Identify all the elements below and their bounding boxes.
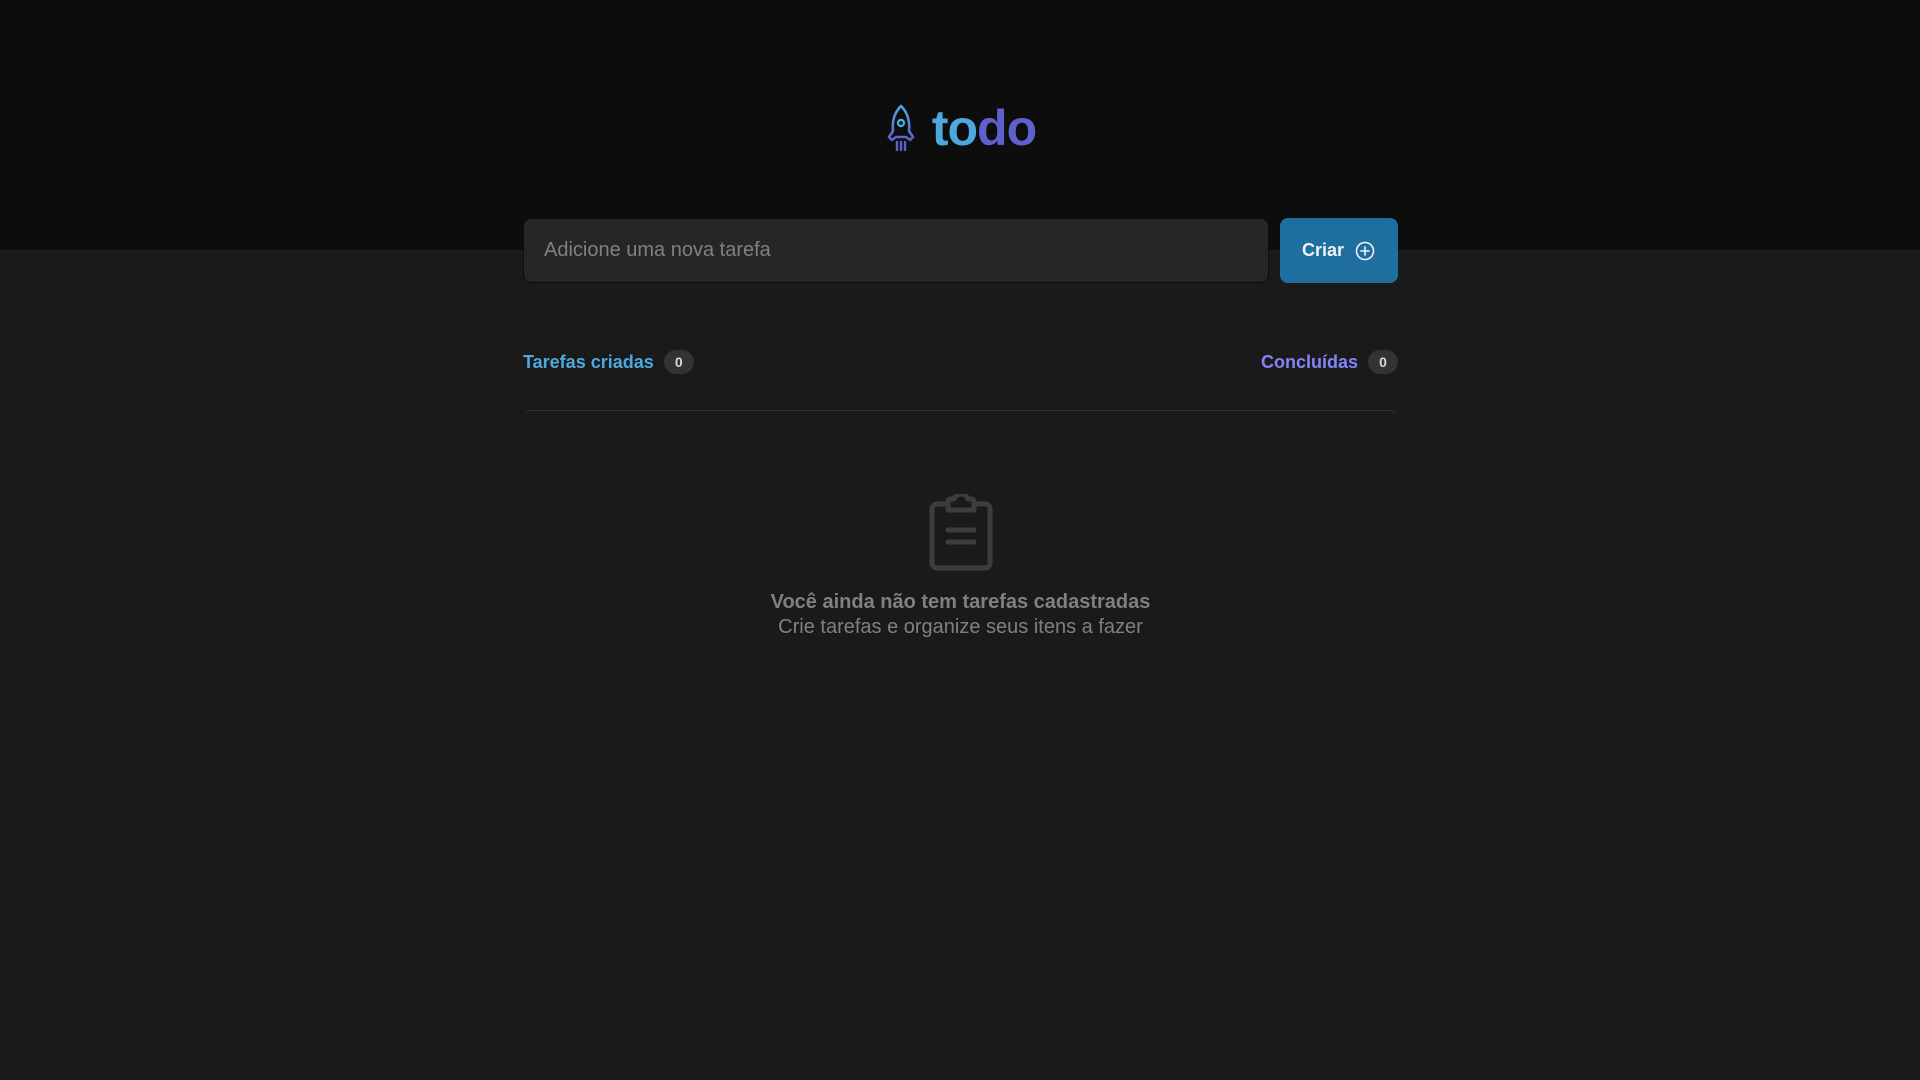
new-task-form: Criar bbox=[523, 218, 1398, 283]
created-tasks-counter: Tarefas criadas 0 bbox=[523, 350, 694, 374]
create-button-label: Criar bbox=[1301, 240, 1345, 260]
logo-text-do: do bbox=[977, 100, 1037, 156]
created-tasks-label: Tarefas criadas bbox=[523, 351, 654, 372]
created-tasks-count-badge: 0 bbox=[663, 350, 694, 374]
header: todo bbox=[0, 0, 1920, 250]
empty-state-title: Você ainda não tem tarefas cadastradas bbox=[770, 591, 1151, 613]
logo-text: todo bbox=[931, 98, 1037, 158]
clipboard-icon bbox=[929, 494, 992, 571]
task-counters: Tarefas criadas 0 Concluídas 0 bbox=[523, 348, 1398, 376]
create-task-button[interactable]: Criar bbox=[1280, 218, 1398, 283]
new-task-input[interactable] bbox=[523, 218, 1269, 283]
empty-state-subtitle: Crie tarefas e organize seus itens a faz… bbox=[778, 616, 1143, 638]
app-logo: todo bbox=[0, 98, 1920, 158]
rocket-icon bbox=[887, 104, 915, 152]
completed-tasks-counter: Concluídas 0 bbox=[1261, 350, 1398, 374]
empty-state: Você ainda não tem tarefas cadastradas C… bbox=[523, 494, 1398, 640]
task-list-divider bbox=[523, 410, 1398, 418]
completed-tasks-label: Concluídas bbox=[1260, 351, 1358, 372]
completed-tasks-count-badge: 0 bbox=[1368, 350, 1398, 374]
plus-circle-icon bbox=[1355, 241, 1375, 260]
logo-text-to: to bbox=[931, 100, 978, 156]
